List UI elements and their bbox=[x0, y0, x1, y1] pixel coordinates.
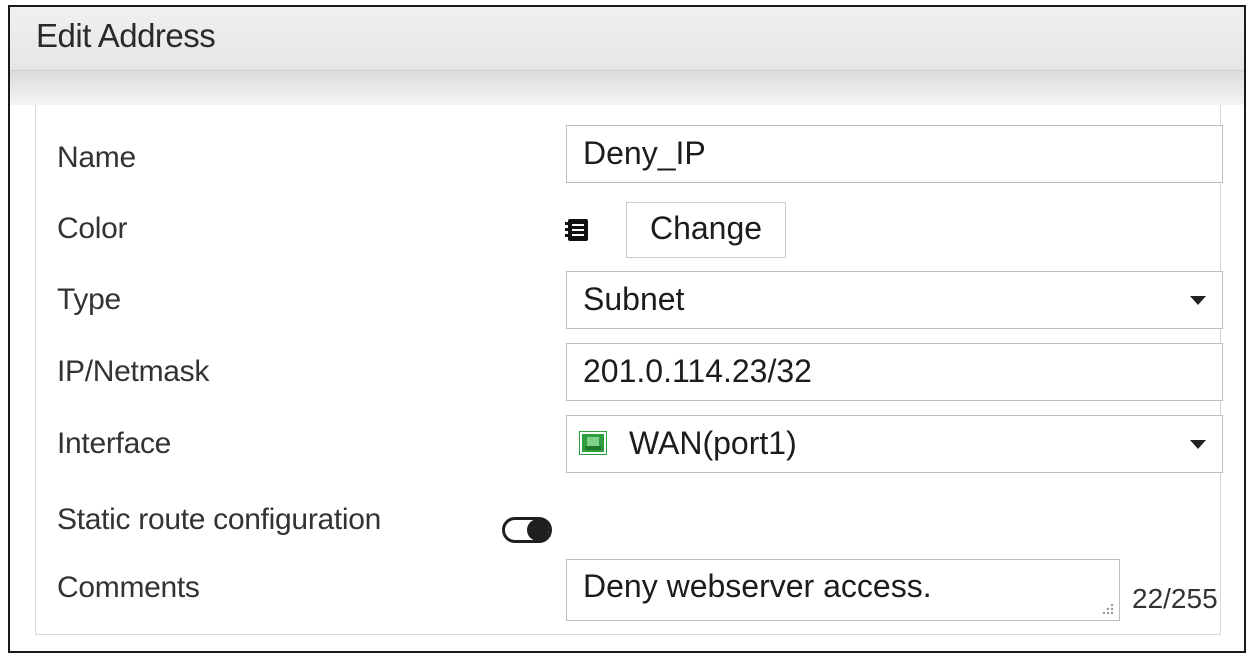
ip-netmask-label: IP/Netmask bbox=[57, 355, 210, 388]
dialog-titlebar: Edit Address bbox=[10, 7, 1244, 71]
color-swatch-icon bbox=[565, 219, 588, 241]
form-panel: Name Deny_IP Color Change Type Subnet IP… bbox=[35, 105, 1223, 635]
edit-address-dialog: Edit Address Name Deny_IP Color Change T… bbox=[8, 5, 1246, 653]
color-change-button[interactable]: Change bbox=[626, 202, 786, 258]
interface-select[interactable]: WAN(port1) bbox=[566, 415, 1223, 473]
comments-text: Deny webserver access. bbox=[583, 568, 932, 604]
type-select[interactable]: Subnet bbox=[566, 271, 1223, 329]
chevron-down-icon bbox=[1190, 296, 1206, 305]
chevron-down-icon bbox=[1190, 440, 1206, 449]
header-band bbox=[10, 71, 1244, 105]
comments-char-counter: 22/255 bbox=[1132, 583, 1218, 614]
type-label: Type bbox=[57, 283, 121, 316]
ip-netmask-input[interactable]: 201.0.114.23/32 bbox=[566, 343, 1223, 401]
static-route-toggle[interactable] bbox=[502, 517, 552, 543]
network-port-icon bbox=[579, 431, 607, 455]
type-selected-value: Subnet bbox=[583, 281, 685, 317]
dialog-title: Edit Address bbox=[36, 17, 216, 54]
color-label: Color bbox=[57, 212, 128, 245]
comments-label: Comments bbox=[57, 571, 200, 604]
name-label: Name bbox=[57, 141, 136, 174]
name-input[interactable]: Deny_IP bbox=[566, 125, 1223, 183]
interface-label: Interface bbox=[57, 427, 172, 460]
static-route-label: Static route configuration bbox=[57, 503, 382, 536]
comments-textarea[interactable]: Deny webserver access. bbox=[566, 559, 1120, 621]
resize-grip-icon[interactable] bbox=[1101, 602, 1115, 616]
interface-selected-value: WAN(port1) bbox=[629, 425, 797, 461]
